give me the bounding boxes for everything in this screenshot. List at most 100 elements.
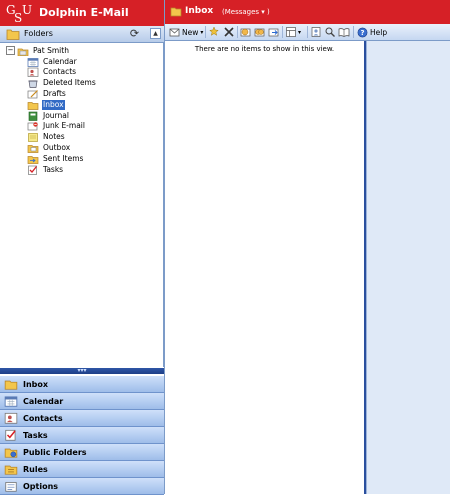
address-book-button[interactable] — [310, 26, 322, 38]
move-to-folder-button[interactable] — [208, 26, 220, 38]
calendar-icon — [27, 57, 39, 67]
app-title: Dolphin E-Mail — [39, 6, 129, 19]
toolbar-separator — [205, 26, 206, 38]
view-options-button[interactable]: ▾ — [285, 26, 301, 38]
find-button[interactable] — [324, 26, 336, 38]
folder-title: Inbox — [185, 6, 214, 16]
tree-item-contacts[interactable]: Contacts — [27, 67, 77, 78]
chevron-down-icon[interactable]: ▾ — [200, 29, 203, 36]
view-label-close: ) — [267, 8, 270, 16]
tree-item-notes[interactable]: Notes — [27, 132, 66, 143]
nav-button-contacts[interactable]: Contacts — [0, 410, 164, 427]
delete-button[interactable] — [223, 26, 235, 38]
refresh-icon[interactable]: ⟳ — [128, 27, 141, 40]
tree-item-label: Sent Items — [43, 153, 84, 163]
nav-button-label: Options — [23, 481, 59, 491]
view-selector[interactable]: (Messages ▾ ) — [222, 8, 270, 16]
forward-button[interactable] — [268, 26, 280, 38]
tree-root[interactable]: − Pat Smith — [6, 45, 70, 56]
sent-items-icon — [27, 155, 39, 164]
nav-button-label: Rules — [23, 464, 48, 474]
tree-item-label: Contacts — [43, 67, 77, 77]
tree-item-label: Inbox — [42, 99, 65, 110]
help-label: Help — [370, 27, 388, 37]
notes-icon — [28, 133, 38, 142]
folders-pane: G S U Dolphin E-Mail Folders ⟳ ▲ − Pat S… — [0, 0, 164, 495]
empty-list-message: There are no items to show in this view. — [194, 45, 335, 53]
nav-button-rules[interactable]: Rules — [0, 461, 164, 478]
collapse-expander-icon[interactable]: − — [6, 46, 15, 55]
message-list[interactable]: There are no items to show in this view. — [165, 41, 366, 494]
toolbar: New ▾ ▾ ? Help — [165, 24, 450, 41]
reply-all-button[interactable] — [254, 26, 266, 38]
pane-splitter[interactable]: ▾▾▾ — [0, 368, 164, 374]
reading-pane[interactable] — [366, 41, 450, 494]
options-icon — [5, 482, 17, 492]
reply-icon — [240, 28, 251, 37]
chevron-down-icon[interactable]: ▾ — [298, 29, 301, 36]
tree-item-label: Outbox — [43, 142, 71, 152]
journal-icon — [28, 111, 38, 121]
tree-item-label: Journal — [43, 110, 69, 120]
toolbar-separator — [307, 26, 308, 38]
tree-item-journal[interactable]: Journal — [27, 110, 70, 121]
gsu-logo: G S U — [6, 3, 32, 24]
folders-header-label: Folders — [24, 29, 53, 38]
help-button[interactable]: ? Help — [357, 26, 387, 38]
toolbar-separator — [353, 26, 354, 38]
tree-item-label: Junk E-mail — [43, 121, 85, 131]
inbox-icon — [27, 101, 39, 110]
new-message-icon — [169, 28, 180, 36]
deleted-items-icon — [28, 80, 38, 88]
toolbar-separator — [237, 26, 238, 38]
svg-text:?: ? — [360, 29, 364, 37]
toolbar-separator — [282, 26, 283, 38]
tree-item-sent-items[interactable]: Sent Items — [27, 153, 84, 164]
nav-button-inbox[interactable]: Inbox — [0, 376, 164, 393]
tree-item-label: Deleted Items — [43, 78, 96, 88]
nav-button-label: Public Folders — [23, 447, 87, 457]
tree-item-inbox[interactable]: Inbox — [27, 99, 65, 110]
nav-button-public-folders[interactable]: Public Folders — [0, 444, 164, 461]
nav-button-label: Tasks — [23, 430, 48, 440]
tree-root-label: Pat Smith — [33, 45, 69, 55]
contacts-icon — [27, 67, 39, 78]
calendar-icon — [4, 396, 18, 407]
tree-item-deleted-items[interactable]: Deleted Items — [27, 78, 97, 89]
app-header: G S U Dolphin E-Mail — [0, 0, 164, 26]
tree-item-label: Tasks — [43, 164, 64, 174]
tree-item-drafts[interactable]: Drafts — [27, 88, 67, 99]
help-icon: ? — [357, 27, 368, 37]
nav-button-options[interactable]: Options — [0, 478, 164, 495]
open-book-icon — [338, 28, 350, 37]
open-book-button[interactable] — [338, 26, 350, 38]
tree-item-tasks[interactable]: Tasks — [27, 164, 64, 175]
open-folder-icon — [170, 7, 182, 17]
view-header: Inbox (Messages ▾ ) — [165, 0, 450, 24]
nav-button-calendar[interactable]: Calendar — [0, 393, 164, 410]
nav-button-tasks[interactable]: Tasks — [0, 427, 164, 444]
tree-item-calendar[interactable]: Calendar — [27, 56, 78, 67]
find-icon — [325, 27, 335, 37]
forward-icon — [268, 28, 279, 37]
tasks-icon — [5, 429, 16, 441]
chevron-up-icon[interactable]: ▲ — [150, 28, 161, 39]
tree-item-junk-e-mail[interactable]: Junk E-mail — [27, 121, 86, 132]
view-label: (Messages — [222, 8, 260, 16]
splitter-grip-icon[interactable]: ▾▾▾ — [64, 368, 100, 374]
reply-all-icon — [254, 28, 265, 37]
chevron-down-icon: ▾ — [261, 8, 265, 16]
outbox-icon — [27, 145, 39, 153]
delete-icon — [224, 27, 234, 37]
folder-tree: − Pat Smith Calendar Contacts Deleted Item… — [0, 43, 164, 367]
rules-icon — [4, 465, 18, 475]
tasks-icon — [28, 165, 38, 175]
new-button[interactable]: New ▾ — [169, 26, 203, 38]
tree-item-outbox[interactable]: Outbox — [27, 142, 71, 153]
public-folders-icon — [4, 448, 18, 458]
junk-email-icon — [27, 122, 38, 131]
address-book-icon — [311, 27, 321, 37]
tree-item-label: Calendar — [43, 56, 77, 66]
reply-button[interactable] — [240, 26, 252, 38]
svg-text:U: U — [22, 3, 32, 17]
